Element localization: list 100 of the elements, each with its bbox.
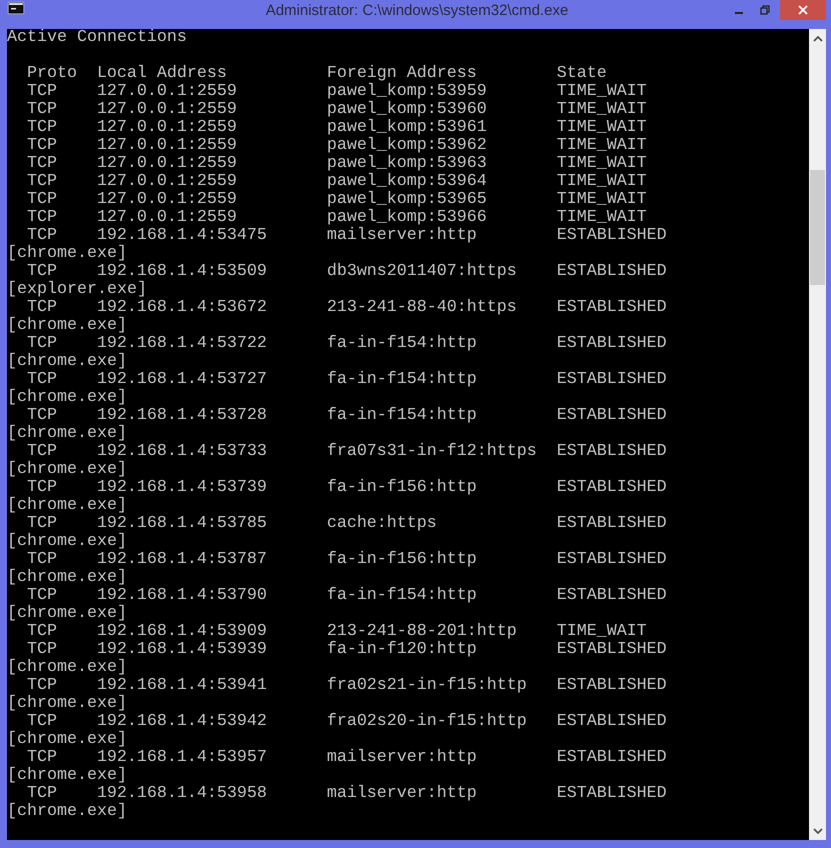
table-cell: pawel_komp:53966: [326, 208, 487, 227]
table-cell: 192.168.1.4:53957: [96, 748, 267, 767]
scroll-down-icon[interactable]: [812, 828, 822, 834]
process-name: [chrome.exe]: [7, 497, 127, 515]
process-name: [chrome.exe]: [7, 317, 127, 335]
table-cell: ESTABLISHED: [556, 712, 667, 731]
table-cell: TIME_WAIT: [556, 154, 647, 173]
table-cell: 192.168.1.4:53739: [96, 478, 267, 497]
process-name: [chrome.exe]: [7, 569, 127, 587]
table-cell: fa-in-f156:http: [326, 550, 477, 569]
table-cell: ESTABLISHED: [556, 586, 667, 605]
table-cell: TCP: [26, 622, 57, 641]
table-cell: TCP: [26, 118, 57, 137]
table-cell: 127.0.0.1:2559: [96, 208, 237, 227]
table-cell: 213-241-88-201:http: [326, 622, 517, 641]
table-cell: fra02s21-in-f15:http: [326, 676, 527, 695]
process-name: [chrome.exe]: [7, 803, 127, 821]
table-cell: TCP: [26, 370, 57, 389]
table-cell: TCP: [26, 208, 57, 227]
table-cell: fa-in-f154:http: [326, 586, 477, 605]
table-cell: 192.168.1.4:53958: [96, 784, 267, 803]
table-cell: 127.0.0.1:2559: [96, 172, 237, 191]
scrollbar[interactable]: [808, 29, 826, 840]
table-cell: fra02s20-in-f15:http: [326, 712, 527, 731]
table-cell: db3wns2011407:https: [326, 262, 517, 281]
column-header: Foreign Address: [326, 65, 477, 83]
process-name: [chrome.exe]: [7, 425, 127, 443]
close-icon: [798, 5, 808, 15]
table-cell: ESTABLISHED: [556, 406, 667, 425]
table-cell: TCP: [26, 478, 57, 497]
table-cell: pawel_komp:53965: [326, 190, 487, 209]
table-cell: TCP: [26, 406, 57, 425]
table-cell: fa-in-f154:http: [326, 370, 477, 389]
scroll-up-icon[interactable]: [812, 36, 822, 42]
console-heading: Active Connections: [7, 29, 187, 47]
console-icon: [8, 2, 24, 14]
table-cell: TCP: [26, 298, 57, 317]
table-cell: TCP: [26, 442, 57, 461]
window-title: Administrator: C:\windows\system32\cmd.exe: [264, 2, 568, 19]
table-cell: fa-in-f156:http: [326, 478, 477, 497]
table-cell: 127.0.0.1:2559: [96, 190, 237, 209]
table-cell: TIME_WAIT: [556, 190, 647, 209]
table-cell: fa-in-f154:http: [326, 406, 477, 425]
table-cell: TCP: [26, 640, 57, 659]
process-name: [chrome.exe]: [7, 695, 127, 713]
table-cell: 192.168.1.4:53727: [96, 370, 267, 389]
table-cell: 127.0.0.1:2559: [96, 136, 237, 155]
table-cell: TCP: [26, 712, 57, 731]
table-cell: 192.168.1.4:53728: [96, 406, 267, 425]
table-cell: 127.0.0.1:2559: [96, 154, 237, 173]
table-cell: 127.0.0.1:2559: [96, 118, 237, 137]
table-cell: mailserver:http: [326, 226, 477, 245]
table-cell: ESTABLISHED: [556, 370, 667, 389]
table-cell: TCP: [26, 190, 57, 209]
restore-icon: [760, 5, 770, 15]
table-cell: TIME_WAIT: [556, 118, 647, 137]
table-cell: TCP: [26, 262, 57, 281]
table-cell: 192.168.1.4:53787: [96, 550, 267, 569]
table-cell: 192.168.1.4:53733: [96, 442, 267, 461]
table-cell: 213-241-88-40:https: [326, 298, 517, 317]
table-cell: ESTABLISHED: [556, 442, 667, 461]
table-cell: ESTABLISHED: [556, 262, 667, 281]
table-cell: 192.168.1.4:53941: [96, 676, 267, 695]
table-cell: fa-in-f154:http: [326, 334, 477, 353]
minimize-icon: [734, 12, 743, 14]
table-cell: ESTABLISHED: [556, 334, 667, 353]
table-cell: TCP: [26, 550, 57, 569]
process-name: [chrome.exe]: [7, 605, 127, 623]
scroll-thumb[interactable]: [810, 170, 825, 285]
process-name: [explorer.exe]: [7, 281, 147, 299]
table-cell: TIME_WAIT: [556, 172, 647, 191]
table-cell: TCP: [26, 226, 57, 245]
table-cell: mailserver:http: [326, 748, 477, 767]
process-name: [chrome.exe]: [7, 767, 127, 785]
table-cell: pawel_komp:53961: [326, 118, 487, 137]
table-cell: ESTABLISHED: [556, 676, 667, 695]
table-cell: TCP: [26, 82, 57, 101]
table-cell: 127.0.0.1:2559: [96, 100, 237, 119]
table-cell: TCP: [26, 514, 57, 533]
table-cell: ESTABLISHED: [556, 478, 667, 497]
table-cell: TCP: [26, 784, 57, 803]
column-header: Local Address: [96, 65, 228, 83]
process-name: [chrome.exe]: [7, 533, 127, 551]
close-button[interactable]: [780, 0, 826, 20]
table-cell: ESTABLISHED: [556, 514, 667, 533]
table-cell: pawel_komp:53960: [326, 100, 487, 119]
table-cell: ESTABLISHED: [556, 784, 667, 803]
process-name: [chrome.exe]: [7, 389, 127, 407]
table-cell: TIME_WAIT: [556, 100, 647, 119]
table-cell: 192.168.1.4:53909: [96, 622, 267, 641]
table-cell: TCP: [26, 100, 57, 119]
table-cell: 192.168.1.4:53939: [96, 640, 267, 659]
table-cell: 192.168.1.4:53722: [96, 334, 267, 353]
table-cell: TIME_WAIT: [556, 208, 647, 227]
table-cell: ESTABLISHED: [556, 550, 667, 569]
table-cell: TCP: [26, 334, 57, 353]
table-cell: fra07s31-in-f12:https: [326, 442, 537, 461]
table-cell: pawel_komp:53959: [326, 82, 487, 101]
process-name: [chrome.exe]: [7, 245, 127, 263]
table-cell: TCP: [26, 136, 57, 155]
